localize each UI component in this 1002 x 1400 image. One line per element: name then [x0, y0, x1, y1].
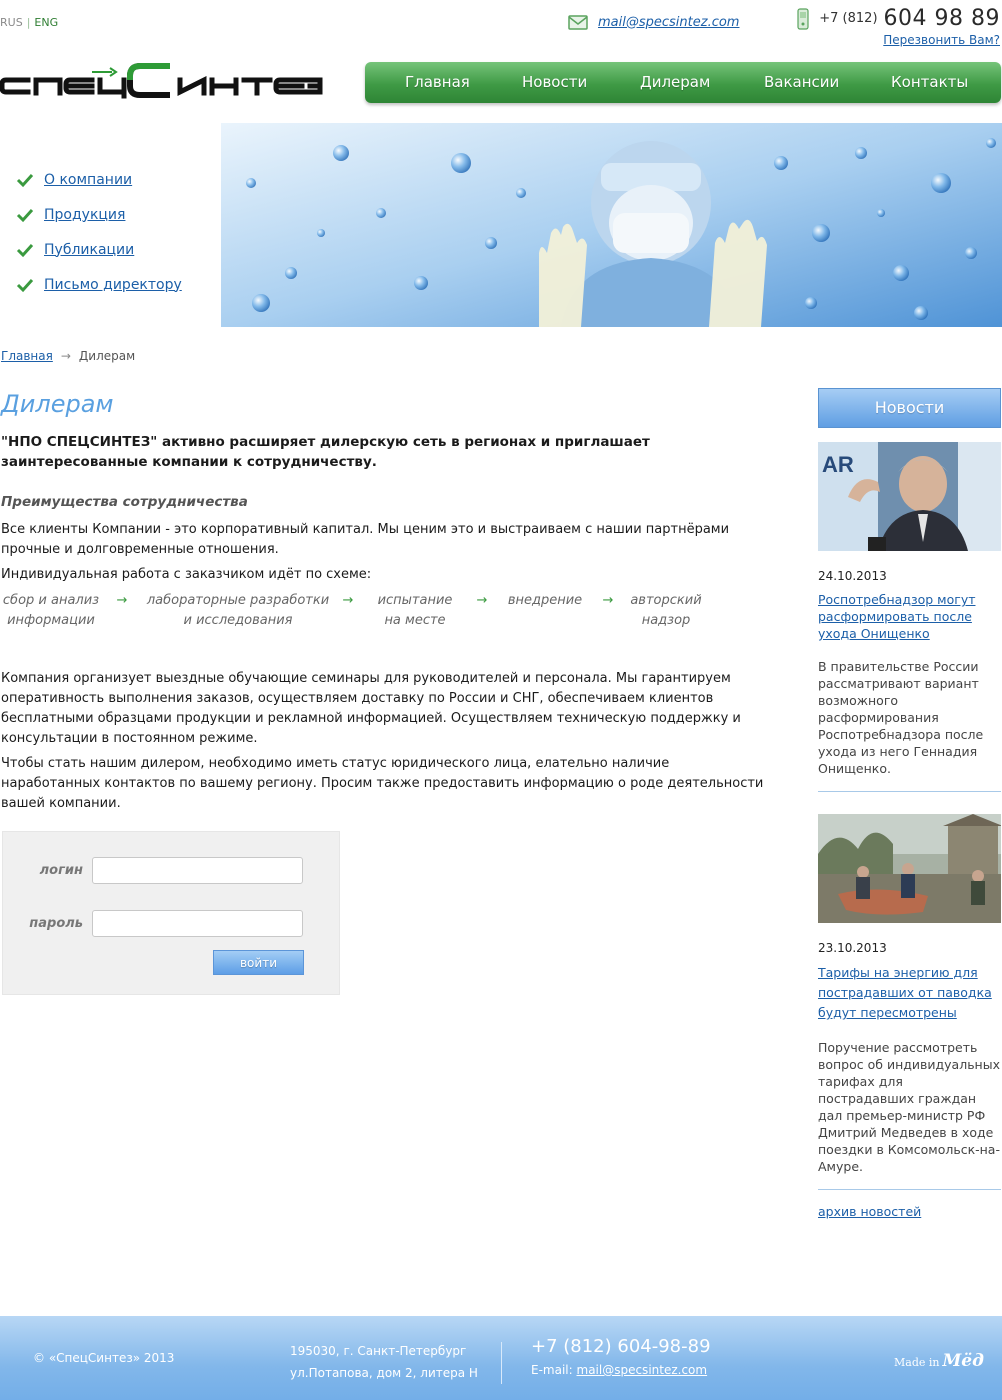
logo-graphic [0, 63, 323, 99]
section-subheading: Преимущества сотрудничества [1, 494, 248, 510]
news-heading: Новости [818, 388, 1001, 428]
login-label: логин [39, 863, 83, 878]
flow-arrow: → [476, 593, 488, 608]
news-date: 24.10.2013 [818, 569, 887, 583]
login-input[interactable] [92, 857, 303, 884]
language-switcher: RUS | ENG [0, 16, 58, 29]
lead-paragraph: "НПО СПЕЦСИНТЕЗ" активно расширяет дилер… [1, 434, 650, 470]
nav-dealers[interactable]: Дилерам [640, 73, 710, 91]
password-input[interactable] [92, 910, 303, 937]
news-photo[interactable]: AR [818, 442, 1001, 551]
footer-email-link[interactable]: mail@specsintez.com [577, 1363, 708, 1377]
paragraph-clients: Все клиенты Компании - это корпоративный… [1, 522, 730, 557]
news-photo[interactable] [818, 814, 1001, 923]
main-navigation: Главная Новости Дилерам Вакансии Контакт… [365, 62, 1001, 103]
footer-copyright: © «СпецСинтез» 2013 [33, 1351, 175, 1365]
checkmark-icon [16, 243, 34, 257]
breadcrumb-home[interactable]: Главная [1, 349, 53, 363]
news-archive-link[interactable]: архив новостей [818, 1204, 921, 1219]
checkmark-icon [16, 208, 34, 222]
header-phone: +7 (812) 604 98 89 Перезвонить Вам? [797, 6, 1000, 48]
login-button[interactable]: войти [213, 950, 304, 975]
paragraph-seminars: Компания организует выездные обучающие с… [1, 671, 741, 746]
paragraph-requirements: Чтобы стать нашим дилером, необходимо им… [1, 756, 764, 811]
lang-separator: | [26, 16, 31, 29]
mobile-phone-icon [797, 7, 809, 30]
envelope-icon [568, 15, 588, 30]
footer-phone: +7 (812) 604-98-89 [531, 1336, 711, 1357]
nav-news[interactable]: Новости [522, 73, 587, 91]
news-sidebar: Новости AR 24.10.2013 Роспотребнадзор мо… [818, 388, 1001, 1220]
footer-address-line2: ул.Потапова, дом 2, литера Н [290, 1366, 478, 1380]
footer-email-label: E-mail: [531, 1363, 573, 1377]
header-banner-image [221, 123, 1002, 327]
nav-home[interactable]: Главная [405, 73, 470, 91]
sidebar-item-about[interactable]: О компании [16, 162, 182, 197]
phone-number: 604 98 89 [883, 6, 1000, 31]
sidebar-link-letter[interactable]: Письмо директору [44, 277, 182, 293]
flow-step: авторский надзор [630, 593, 702, 628]
login-form: логин пароль войти [2, 831, 340, 995]
made-in-label: Made in [894, 1356, 940, 1369]
flow-arrow: → [116, 593, 128, 608]
footer-divider [501, 1342, 502, 1384]
made-in-credit[interactable]: Made in Мёд [894, 1351, 984, 1371]
logo[interactable] [0, 62, 324, 100]
sidebar-link-publications[interactable]: Публикации [44, 242, 134, 258]
flow-arrow: → [602, 593, 614, 608]
flow-step: испытание на месте [377, 593, 453, 628]
checkmark-icon [16, 173, 34, 187]
breadcrumb: Главная → Дилерам [1, 349, 135, 363]
nav-vacancies[interactable]: Вакансии [764, 73, 839, 91]
sidebar-link-products[interactable]: Продукция [44, 207, 125, 223]
flow-step: внедрение [507, 593, 583, 608]
lang-rus[interactable]: RUS [0, 16, 23, 29]
nav-contacts[interactable]: Контакты [891, 73, 968, 91]
checkmark-icon [16, 278, 34, 292]
phone-code: +7 (812) [819, 11, 878, 26]
sidebar-menu: О компании Продукция Публикации Письмо д… [16, 162, 182, 302]
news-item: 23.10.2013 Тарифы на энергию для пострад… [818, 814, 1001, 1190]
workflow-scheme: сбор и анализ информации → лабораторные р… [1, 591, 771, 631]
news-item: AR 24.10.2013 Роспотребнадзор могут расф… [818, 442, 1001, 792]
footer: © «СпецСинтез» 2013 195030, г. Санкт-Пет… [0, 1316, 1002, 1400]
news-summary: В правительстве России рассматривают вар… [818, 658, 1001, 792]
sidebar-link-about[interactable]: О компании [44, 172, 132, 188]
footer-address-line1: 195030, г. Санкт-Петербург [290, 1344, 467, 1358]
breadcrumb-current: Дилерам [78, 349, 136, 363]
header-email: mail@specsintez.com [568, 13, 739, 31]
callback-link[interactable]: Перезвонить Вам? [883, 33, 1000, 47]
main-content: Дилерам "НПО СПЕЦСИНТЕЗ" активно расширя… [1, 390, 771, 819]
news-title-link[interactable]: Тарифы на энергию для пострадавших от па… [818, 963, 1001, 1023]
footer-address: 195030, г. Санкт-Петербург ул.Потапова, … [290, 1340, 478, 1384]
paragraph-scheme: Индивидуальная работа с заказчиком идёт … [1, 567, 372, 582]
svg-text:AR: AR [822, 452, 854, 477]
password-label: пароль [29, 916, 83, 931]
breadcrumb-arrow: → [60, 349, 71, 363]
flow-step: лабораторные разработки и исследования [146, 593, 330, 628]
flow-arrow: → [342, 593, 354, 608]
news-date: 23.10.2013 [818, 941, 887, 955]
lang-eng[interactable]: ENG [34, 16, 58, 29]
news-summary: Поручение рассмотреть вопрос об индивиду… [818, 1039, 1001, 1190]
news-title-link[interactable]: Роспотребнадзор могут расформировать пос… [818, 591, 1001, 642]
page-title: Дилерам [1, 390, 114, 418]
header-email-link[interactable]: mail@specsintez.com [598, 15, 739, 30]
flow-step: сбор и анализ информации [2, 593, 100, 628]
footer-email: E-mail: mail@specsintez.com [531, 1363, 707, 1377]
made-in-brand: Мёд [942, 1351, 984, 1371]
sidebar-item-products[interactable]: Продукция [16, 197, 182, 232]
sidebar-item-publications[interactable]: Публикации [16, 232, 182, 267]
sidebar-item-letter[interactable]: Письмо директору [16, 267, 182, 302]
